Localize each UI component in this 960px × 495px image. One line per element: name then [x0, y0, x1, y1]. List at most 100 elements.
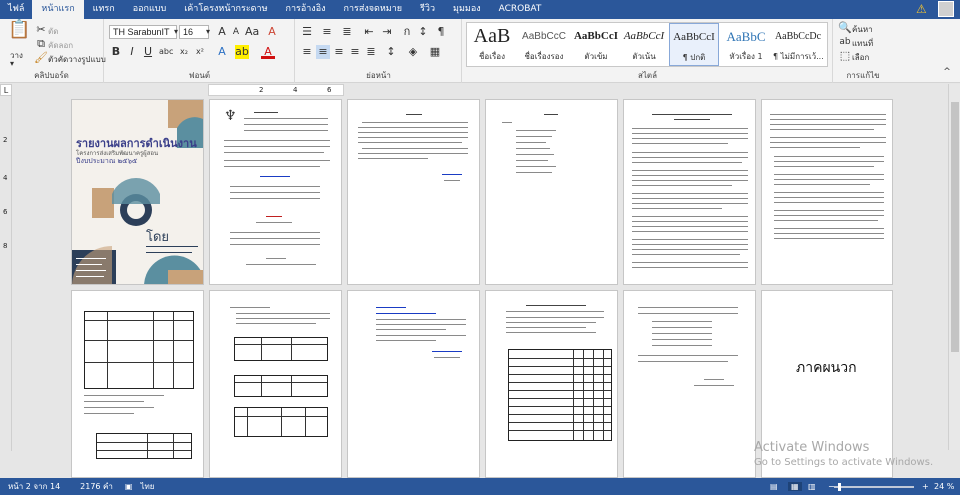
- clear-format-icon[interactable]: A: [265, 25, 279, 39]
- underline-icon[interactable]: U: [141, 45, 155, 59]
- italic-icon[interactable]: I: [125, 45, 139, 59]
- paragraph-group: ☰ ≡ ≣ ⇤ ⇥ ก ↕ ¶ ≡ ≡ ≡ ≡ ≣ ↕ ◈ ▦ ย่อหน้า: [296, 19, 462, 83]
- page-content-3[interactable]: [347, 290, 480, 478]
- copy-icon[interactable]: ⧉: [34, 37, 48, 51]
- collapse-ribbon-icon[interactable]: ^: [940, 65, 954, 79]
- font-name-box[interactable]: TH SarabunIT: [109, 25, 177, 39]
- multilevel-list-icon[interactable]: ≣: [340, 25, 354, 39]
- thai-distribute-icon[interactable]: ก: [400, 25, 414, 39]
- increase-indent-icon[interactable]: ⇥: [380, 25, 394, 39]
- replace-button[interactable]: แทนที่: [852, 37, 873, 50]
- align-center-icon[interactable]: ≡: [316, 45, 330, 59]
- style-strong[interactable]: AaBbCcI ตัวเข้ม: [571, 23, 621, 66]
- zoom-level[interactable]: 24 %: [934, 482, 954, 491]
- horizontal-ruler[interactable]: 2 4 6: [208, 84, 344, 96]
- page-table-1[interactable]: [71, 290, 204, 478]
- warning-icon[interactable]: ⚠: [916, 2, 930, 16]
- select-button[interactable]: เลือก: [852, 51, 869, 64]
- find-button[interactable]: ค้นหา: [852, 23, 873, 36]
- align-right-icon[interactable]: ≡: [332, 45, 346, 59]
- replace-icon[interactable]: ab: [838, 35, 852, 49]
- page-table-2[interactable]: [209, 290, 342, 478]
- tab-review[interactable]: รีวิว: [411, 0, 444, 19]
- language-indicator[interactable]: ไทย: [140, 480, 154, 493]
- proofing-icon[interactable]: ▣: [125, 482, 133, 491]
- page-cover[interactable]: รายงานผลการดำเนินงาน โครงการส่งเสริมพัฒน…: [71, 99, 204, 285]
- superscript-icon[interactable]: x²: [193, 45, 207, 59]
- editing-group: 🔍 ค้นหา ab แทนที่ ⬚ เลือก การแก้ไข: [834, 19, 892, 83]
- distributed-icon[interactable]: ≣: [364, 45, 378, 59]
- align-left-icon[interactable]: ≡: [300, 45, 314, 59]
- doc-text-line: [632, 226, 748, 227]
- style-emphasis[interactable]: AaBbCcI ตัวเน้น: [619, 23, 669, 66]
- tab-mailings[interactable]: การส่งจดหมาย: [335, 0, 412, 19]
- shading-icon[interactable]: ◈: [406, 45, 420, 59]
- paste-icon[interactable]: 📋: [8, 21, 30, 47]
- tab-design[interactable]: ออกแบบ: [124, 0, 176, 19]
- page-checklist[interactable]: [623, 290, 756, 478]
- show-marks-icon[interactable]: ¶: [434, 25, 448, 39]
- paste-dropdown-icon[interactable]: ▾: [10, 59, 14, 68]
- grow-font-icon[interactable]: A: [215, 25, 229, 39]
- tab-layout[interactable]: เค้าโครงหน้ากระดาษ: [175, 0, 276, 19]
- doc-text-line: [632, 239, 748, 240]
- decrease-indent-icon[interactable]: ⇤: [362, 25, 376, 39]
- sort-icon[interactable]: ↕: [416, 25, 430, 39]
- vertical-scrollbar[interactable]: [948, 84, 960, 450]
- tab-home[interactable]: หน้าแรก: [32, 0, 84, 19]
- format-painter-icon[interactable]: 🖌: [34, 51, 48, 65]
- doc-text-line: [516, 154, 554, 155]
- line-spacing-icon[interactable]: ↕: [384, 45, 398, 59]
- font-size-dropdown-icon[interactable]: ▾: [201, 25, 215, 39]
- borders-icon[interactable]: ▦: [428, 45, 442, 59]
- style-heading1[interactable]: AaBbC หัวเรื่อง 1: [721, 23, 771, 66]
- strikethrough-icon[interactable]: abc: [159, 45, 173, 59]
- subscript-icon[interactable]: x₂: [177, 45, 191, 59]
- style-title[interactable]: AaB ชื่อเรื่อง: [467, 23, 517, 66]
- page-contents[interactable]: [485, 99, 618, 285]
- page-evaluation[interactable]: [485, 290, 618, 478]
- zoom-slider-thumb[interactable]: [838, 483, 841, 491]
- tab-file[interactable]: ไฟล์: [0, 0, 33, 19]
- numbering-icon[interactable]: ≡: [320, 25, 334, 39]
- page-foreword[interactable]: [347, 99, 480, 285]
- word-count[interactable]: 2176 คำ: [80, 480, 113, 493]
- style-subtitle[interactable]: AaBbCcC ชื่อเรื่องรอง: [519, 23, 569, 66]
- user-avatar[interactable]: [938, 1, 954, 17]
- garuda-emblem-icon: ♆: [224, 108, 237, 124]
- web-layout-icon[interactable]: ▥: [808, 482, 816, 491]
- page-content-2[interactable]: [761, 99, 893, 285]
- tab-acrobat[interactable]: ACROBAT: [490, 0, 551, 19]
- bullets-icon[interactable]: ☰: [300, 25, 314, 39]
- highlight-icon[interactable]: ab: [235, 45, 249, 59]
- tab-references[interactable]: การอ้างอิง: [277, 0, 335, 19]
- doc-text-line: [358, 127, 468, 128]
- select-icon[interactable]: ⬚: [838, 49, 852, 63]
- read-mode-icon[interactable]: ▤: [770, 482, 778, 491]
- change-case-icon[interactable]: Aa: [245, 25, 259, 39]
- cut-icon[interactable]: ✂: [34, 23, 48, 37]
- page-count[interactable]: หน้า 2 จาก 14: [8, 480, 60, 493]
- shrink-font-icon[interactable]: A: [229, 25, 243, 39]
- format-painter-button[interactable]: ตัวคัดวางรูปแบบ: [48, 53, 106, 66]
- tab-insert[interactable]: แทรก: [84, 0, 124, 19]
- style-no-spacing[interactable]: AaBbCcDc ¶ ไม่มีการเว้...: [773, 23, 824, 66]
- style-normal[interactable]: AaBbCcI ¶ ปกติ: [669, 23, 719, 66]
- bold-icon[interactable]: B: [109, 45, 123, 59]
- find-icon[interactable]: 🔍: [838, 21, 852, 35]
- page-memo[interactable]: ♆: [209, 99, 342, 285]
- justify-icon[interactable]: ≡: [348, 45, 362, 59]
- copy-button[interactable]: คัดลอก: [48, 39, 73, 52]
- text-effects-icon[interactable]: A: [215, 45, 229, 59]
- zoom-in-icon[interactable]: +: [922, 482, 929, 491]
- tab-selector-icon[interactable]: L: [0, 84, 12, 96]
- page-content-1[interactable]: [623, 99, 756, 285]
- tab-view[interactable]: มุมมอง: [444, 0, 490, 19]
- print-layout-icon[interactable]: ▦: [788, 482, 802, 491]
- style-sample: AaBbCcI: [573, 30, 618, 42]
- vertical-ruler[interactable]: 2 4 6 8: [0, 96, 12, 451]
- scrollbar-thumb[interactable]: [951, 102, 959, 352]
- font-color-icon[interactable]: A: [261, 45, 275, 59]
- zoom-slider[interactable]: [834, 486, 914, 488]
- cut-button[interactable]: ตัด: [48, 25, 58, 38]
